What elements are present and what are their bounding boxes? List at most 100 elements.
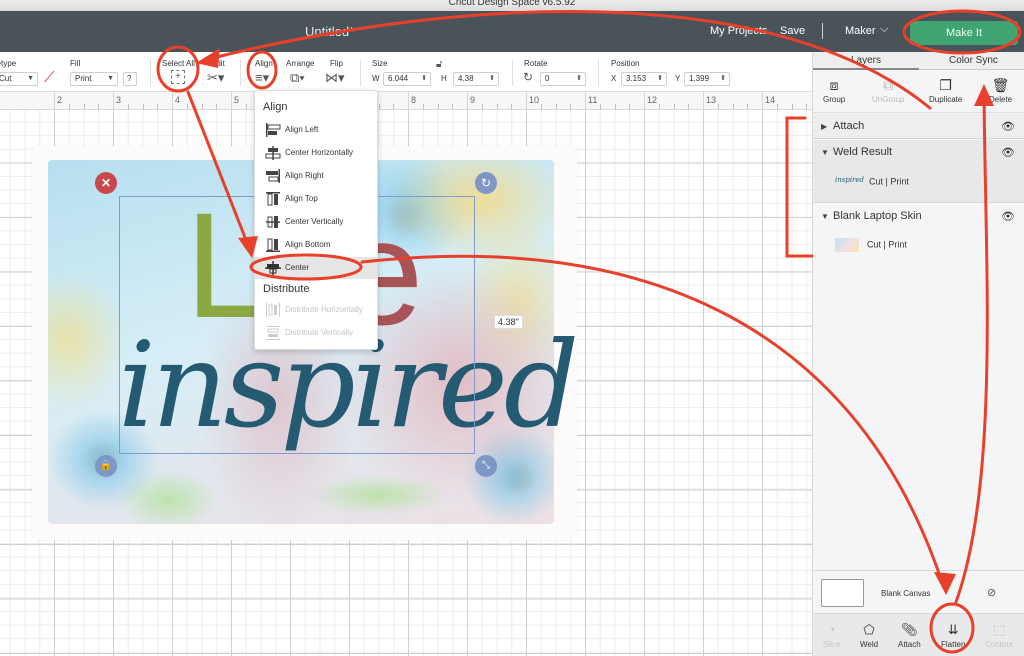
rotate-handle-icon[interactable]: ↻ — [475, 172, 497, 194]
align-section-header: Align — [263, 101, 288, 113]
eye-hidden-icon[interactable]: ⊘ — [987, 586, 996, 599]
rotate-icon: ↻ — [523, 70, 534, 84]
contour-button[interactable]: ⬚ Contour — [985, 620, 1013, 649]
tab-color-sync[interactable]: Color Sync — [949, 55, 998, 66]
center-item[interactable]: Center — [255, 257, 377, 279]
layer-item-weld-result[interactable]: ▼ Weld Result 👁︎ inspired Cut | Print — [813, 140, 1024, 203]
linetype-color-swatch-icon[interactable]: ⟋ — [44, 69, 55, 86]
align-left-label: Align Left — [285, 125, 319, 134]
x-position-input[interactable]: 3.153 ⬍ — [621, 72, 667, 86]
layer-title: ▼ Blank Laptop Skin — [821, 210, 922, 222]
caret-down-icon[interactable]: ▼ — [821, 148, 833, 157]
stepper-icon[interactable]: ⬍ — [489, 73, 495, 85]
flip-icon[interactable]: ⋈▾ — [325, 70, 345, 86]
machine-selector[interactable]: Maker — [845, 25, 876, 37]
align-icon[interactable]: ≡▾ — [255, 70, 269, 86]
align-bottom-icon — [266, 238, 280, 252]
ruler-minor-tick — [452, 104, 454, 109]
distribute-vertically-item[interactable]: Distribute Vertically — [255, 322, 377, 344]
stepper-icon[interactable]: ⬍ — [421, 73, 427, 85]
attach-button[interactable]: 📎︎ Attach — [898, 620, 921, 649]
arrange-icon[interactable]: ⧉▾ — [290, 70, 305, 86]
lock-handle-icon[interactable]: 🔒 — [95, 455, 117, 477]
ruler-number: 2 — [57, 95, 63, 105]
toolbar-divider — [598, 60, 599, 86]
layer-child[interactable]: inspired Cut | Print — [835, 176, 909, 188]
align-top-item[interactable]: Align Top — [255, 188, 377, 210]
ruler-number: 9 — [470, 95, 476, 105]
document-title[interactable]: Untitled* — [305, 24, 354, 39]
save-link[interactable]: Save — [780, 25, 805, 37]
group-button[interactable]: ⧈ Group — [823, 75, 845, 104]
make-it-button[interactable]: Make It — [910, 21, 1018, 45]
layer-name: Blank Laptop Skin — [833, 210, 922, 222]
align-left-item[interactable]: Align Left — [255, 119, 377, 141]
toolbar-divider — [360, 60, 361, 86]
blank-canvas-label: Blank Canvas — [881, 589, 931, 598]
x-value: 3.153 — [626, 74, 647, 83]
ruler-major-tick — [762, 92, 763, 109]
blank-canvas-row[interactable]: Blank Canvas ⊘ — [813, 570, 1024, 612]
toolbar-divider — [150, 60, 151, 86]
ruler-minor-tick — [629, 104, 631, 109]
flatten-button[interactable]: ⇊ Flatten — [941, 620, 965, 649]
layers-panel: Layers Color Sync ⧈ Group ⧉ UnGroup ❐ Du… — [812, 52, 1024, 656]
ruler-minor-tick — [747, 104, 749, 109]
header-divider — [822, 23, 823, 39]
y-position-input[interactable]: 1.399 ⬍ — [684, 72, 730, 86]
ruler-major-tick — [172, 92, 173, 109]
chevron-down-icon[interactable]: ⌵ — [880, 23, 888, 36]
my-projects-link[interactable]: My Projects — [710, 25, 767, 37]
layer-child[interactable]: Cut | Print — [835, 238, 907, 252]
ruler-minor-tick — [422, 104, 424, 109]
duplicate-label: Duplicate — [929, 95, 963, 104]
layer-item-blank-laptop-skin[interactable]: ▼ Blank Laptop Skin 👁︎ Cut | Print — [813, 204, 1024, 264]
center-horizontally-item[interactable]: Center Horizontally — [255, 142, 377, 164]
center-vertically-item[interactable]: Center Vertically — [255, 211, 377, 233]
duplicate-button[interactable]: ❐ Duplicate — [929, 75, 962, 104]
slice-icon: ◔ — [827, 622, 836, 637]
eye-icon[interactable]: 👁︎ — [1001, 210, 1015, 223]
stepper-icon[interactable]: ⬍ — [657, 73, 663, 85]
resize-handle-icon[interactable]: ⤡ — [475, 455, 497, 477]
group-icon: ⧈ — [829, 77, 839, 93]
canvas-color-swatch[interactable] — [821, 579, 864, 607]
delete-button[interactable]: 🗑︎ Delete — [989, 75, 1012, 104]
eye-icon[interactable]: 👁︎ — [1001, 146, 1015, 159]
fill-select[interactable]: Print ▼ — [70, 72, 118, 86]
linetype-select[interactable]: Cut ▼ — [0, 72, 38, 86]
width-input[interactable]: 6.044 ⬍ — [383, 72, 431, 86]
align-label: Align — [255, 59, 273, 68]
delete-handle-icon[interactable]: ✕ — [95, 172, 117, 194]
fill-help-button[interactable]: ? — [123, 72, 137, 86]
height-dimension-label: 4.38" — [494, 315, 523, 329]
layer-actions: ⧈ Group ⧉ UnGroup ❐ Duplicate 🗑︎ Delete — [813, 71, 1024, 113]
toolbar-divider — [512, 60, 513, 86]
fill-label: Fill — [70, 59, 81, 68]
distribute-horizontally-item[interactable]: Distribute Horizontally — [255, 299, 377, 321]
tab-layers[interactable]: Layers — [851, 55, 881, 66]
window-title: Cricut Design Space v6.5.92 — [448, 0, 576, 8]
eye-icon[interactable]: 👁︎ — [1001, 120, 1015, 133]
weld-button[interactable]: ⬠ Weld — [860, 620, 878, 649]
center-label: Center — [285, 263, 310, 272]
slice-button[interactable]: ◔ Slice — [823, 620, 840, 649]
caret-right-icon[interactable]: ▶ — [821, 122, 833, 131]
align-right-item[interactable]: Align Right — [255, 165, 377, 187]
ungroup-button[interactable]: ⧉ UnGroup — [872, 75, 904, 104]
edit-icon[interactable]: ✂▾ — [207, 70, 224, 86]
stepper-icon[interactable]: ⬍ — [576, 73, 582, 85]
rotate-input[interactable]: 0 ⬍ — [540, 72, 586, 86]
ruler-minor-tick — [688, 104, 690, 109]
stepper-icon[interactable]: ⬍ — [720, 73, 726, 85]
weld-label: Weld — [860, 640, 879, 649]
layer-item-attach[interactable]: ▶ Attach 👁︎ — [813, 114, 1024, 139]
ruler-number: 10 — [529, 95, 540, 105]
lock-icon[interactable]: 🔓︎ — [436, 59, 442, 70]
caret-down-icon[interactable]: ▼ — [821, 212, 833, 221]
select-all-icon[interactable]: + — [171, 70, 185, 84]
align-bottom-item[interactable]: Align Bottom — [255, 234, 377, 256]
height-input[interactable]: 4.38 ⬍ — [453, 72, 499, 86]
app-header: Untitled* My Projects Save Maker ⌵ Make … — [0, 11, 1024, 52]
ruler-minor-tick — [658, 104, 660, 109]
